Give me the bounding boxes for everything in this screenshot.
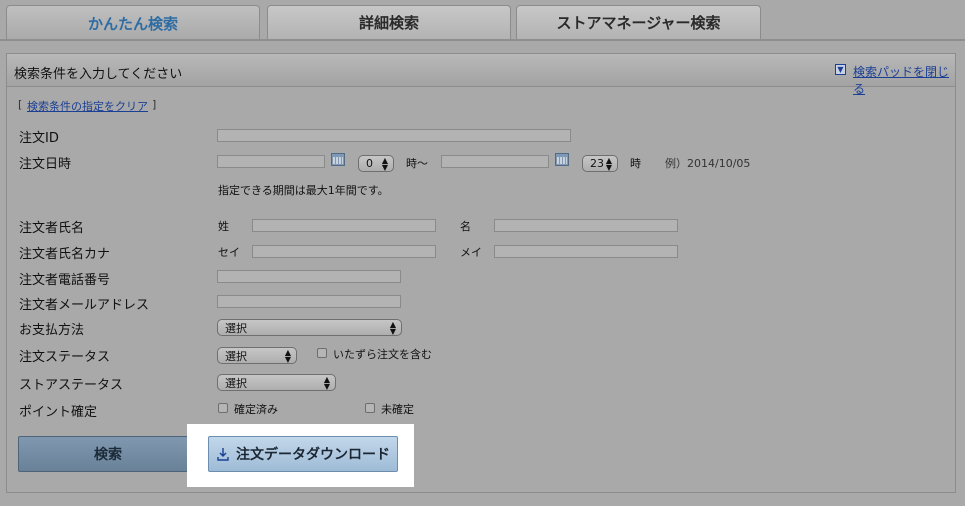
unconfirmed-checkbox[interactable] xyxy=(365,403,375,413)
hour-from-value: 0 xyxy=(366,157,373,170)
updown-arrows-icon: ▲ ▼ xyxy=(284,348,291,364)
store-status-value: 選択 xyxy=(225,376,247,390)
orderer-kana-label: 注文者氏名カナ xyxy=(19,247,111,262)
search-button[interactable]: 検索 xyxy=(18,436,198,472)
tab-detailed-search[interactable]: 詳細検索 xyxy=(267,5,511,39)
panel-header: 検索条件を入力してください ▼ 検索パッドを閉じる xyxy=(7,54,955,96)
close-pad-link[interactable]: 検索パッドを閉じる xyxy=(853,63,955,97)
panel-title: 検索条件を入力してください xyxy=(14,67,183,82)
order-id-input[interactable] xyxy=(217,129,571,142)
orderer-phone-label: 注文者電話番号 xyxy=(19,273,111,288)
order-status-label: 注文ステータス xyxy=(19,350,111,365)
date-from-input[interactable] xyxy=(217,155,325,168)
bracket-open: [ xyxy=(18,98,23,111)
phone-input[interactable] xyxy=(217,270,401,283)
tab-label: 詳細検索 xyxy=(358,14,419,32)
mischief-order-label: いたずら注文を含む xyxy=(333,348,432,361)
date-example: 例）2014/10/05 xyxy=(665,157,751,170)
last-kana-label: セイ xyxy=(218,246,240,259)
first-name-label: 名 xyxy=(460,220,471,233)
order-id-label: 注文ID xyxy=(19,131,59,146)
tab-divider xyxy=(0,39,965,41)
mischief-order-checkbox[interactable] xyxy=(317,348,327,358)
tab-label: かんたん検索 xyxy=(87,15,178,33)
hour-to-suffix: 時 xyxy=(630,157,641,170)
store-status-label: ストアステータス xyxy=(19,378,124,393)
tab-simple-search[interactable]: かんたん検索 xyxy=(6,5,260,41)
search-panel xyxy=(6,53,956,493)
payment-method-value: 選択 xyxy=(225,321,247,335)
confirmed-checkbox[interactable] xyxy=(218,403,228,413)
updown-arrows-icon: ▲ ▼ xyxy=(389,320,396,336)
unconfirmed-label: 未確定 xyxy=(381,403,414,416)
download-button-label: 注文データダウンロード xyxy=(236,447,390,463)
payment-method-select[interactable]: 選択 ▲ ▼ xyxy=(217,319,402,336)
hour-from-suffix: 時〜 xyxy=(406,157,428,170)
calendar-icon[interactable] xyxy=(331,153,345,166)
tab-store-manager-search[interactable]: ストアマネージャー検索 xyxy=(516,5,761,39)
orderer-name-label: 注文者氏名 xyxy=(19,221,85,236)
updown-arrows-icon: ▲ ▼ xyxy=(323,375,330,391)
download-button[interactable]: 注文データダウンロード xyxy=(208,436,398,472)
calendar-icon[interactable] xyxy=(555,153,569,166)
last-name-input[interactable] xyxy=(252,219,436,232)
tab-label: ストアマネージャー検索 xyxy=(556,14,721,32)
download-icon xyxy=(217,448,229,461)
hour-to-select[interactable]: 23 ▲ ▼ xyxy=(582,155,618,172)
order-status-select[interactable]: 選択 ▲ ▼ xyxy=(217,347,297,364)
order-datetime-label: 注文日時 xyxy=(19,157,72,172)
email-input[interactable] xyxy=(217,295,401,308)
order-status-value: 選択 xyxy=(225,349,247,363)
confirmed-label: 確定済み xyxy=(234,403,278,416)
first-name-input[interactable] xyxy=(494,219,678,232)
date-to-input[interactable] xyxy=(441,155,549,168)
chevron-down-icon[interactable]: ▼ xyxy=(835,64,846,75)
hour-to-value: 23 xyxy=(590,157,604,170)
last-name-label: 姓 xyxy=(218,220,229,233)
payment-method-label: お支払方法 xyxy=(19,323,85,338)
clear-conditions-link[interactable]: 検索条件の指定をクリア xyxy=(27,98,148,114)
date-range-note: 指定できる期間は最大1年間です。 xyxy=(218,184,389,197)
point-confirm-label: ポイント確定 xyxy=(19,405,98,420)
orderer-email-label: 注文者メールアドレス xyxy=(19,298,150,313)
first-kana-label: メイ xyxy=(460,246,482,259)
hour-from-select[interactable]: 0 ▲ ▼ xyxy=(358,155,394,172)
updown-arrows-icon: ▲ ▼ xyxy=(605,156,612,172)
bracket-close: ] xyxy=(152,98,157,111)
last-kana-input[interactable] xyxy=(252,245,436,258)
store-status-select[interactable]: 選択 ▲ ▼ xyxy=(217,374,336,391)
search-button-label: 検索 xyxy=(94,447,122,463)
updown-arrows-icon: ▲ ▼ xyxy=(381,156,388,172)
first-kana-input[interactable] xyxy=(494,245,678,258)
